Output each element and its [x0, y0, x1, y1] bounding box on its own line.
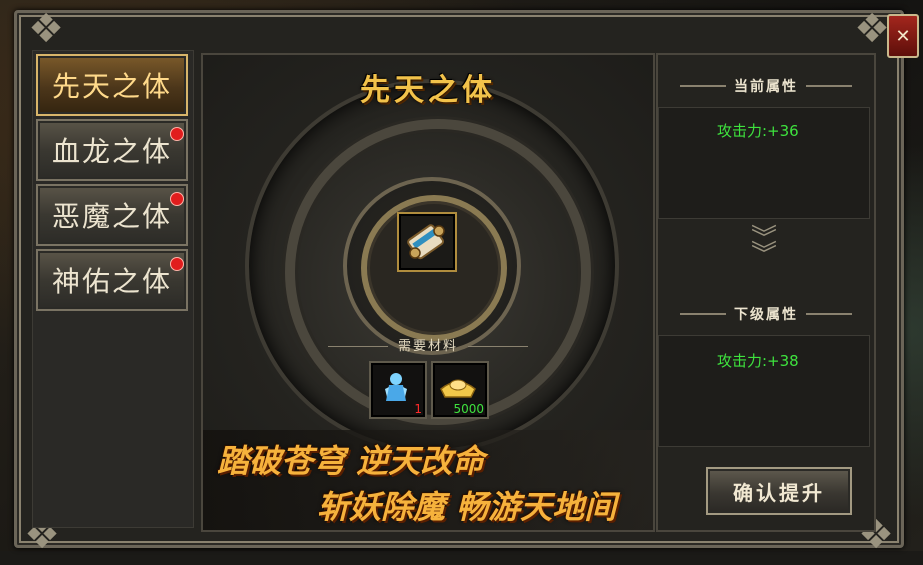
material-slot[interactable]: 5000	[431, 361, 489, 419]
main-item-slot[interactable]	[397, 212, 457, 272]
panel-title: 先天之体	[360, 73, 496, 108]
current-attr-header: 当前属性	[658, 71, 874, 101]
slogan-banner: 踏破苍穹 逆天改命 斩妖除魔 畅游天地间	[203, 430, 653, 530]
confirm-upgrade-button[interactable]: 确认提升	[706, 467, 852, 515]
scroll-icon	[407, 224, 445, 260]
next-attr-header: 下级属性	[658, 299, 874, 329]
center-panel: 先天之体 需要材料 1 5000 踏破苍穹 逆天改命 斩妖除魔 畅游天地间	[201, 53, 655, 532]
tab-label: 先天之体	[51, 70, 172, 103]
tab-list: 先天之体 血龙之体 恶魔之体 神佑之体	[36, 54, 188, 314]
close-icon: ✕	[895, 25, 911, 47]
slogan-line-1: 踏破苍穹 逆天改命	[217, 442, 485, 480]
materials-label: 需要材料	[203, 335, 653, 354]
current-attr-box: 攻击力:+36	[658, 107, 870, 219]
notification-dot-icon	[170, 192, 184, 206]
tab-label: 神佑之体	[51, 265, 172, 298]
material-slot[interactable]: 1	[369, 361, 427, 419]
notification-dot-icon	[170, 127, 184, 141]
tab-xuelong[interactable]: 血龙之体	[36, 119, 188, 181]
slogan-line-2: 斩妖除魔 畅游天地间	[317, 488, 617, 526]
tab-label: 血龙之体	[51, 135, 172, 168]
double-chevron-down-icon: ︾ ︾	[750, 224, 777, 270]
close-button[interactable]: ✕	[887, 14, 919, 58]
current-attr-value: 攻击力:+36	[717, 122, 799, 140]
next-attr-box: 攻击力:+38	[658, 335, 870, 447]
tab-emo[interactable]: 恶魔之体	[36, 184, 188, 246]
notification-dot-icon	[170, 257, 184, 271]
attribute-panel: 当前属性 攻击力:+36 ︾ ︾ 下级属性 攻击力:+38	[656, 53, 876, 532]
tab-label: 恶魔之体	[51, 200, 172, 233]
material-count: 1	[414, 402, 422, 416]
next-attr-value: 攻击力:+38	[717, 352, 799, 370]
tab-shenyou[interactable]: 神佑之体	[36, 249, 188, 311]
tab-xiantian[interactable]: 先天之体	[36, 54, 188, 116]
material-count: 5000	[453, 402, 484, 416]
